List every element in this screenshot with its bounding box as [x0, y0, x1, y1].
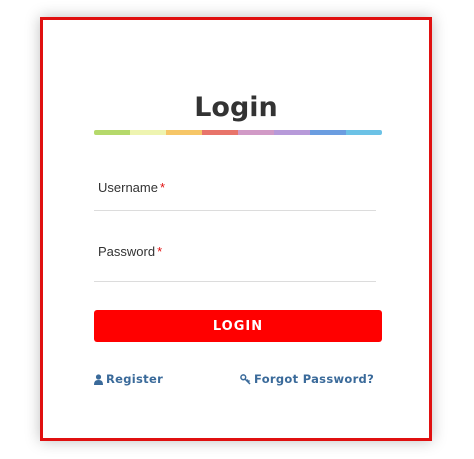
register-link[interactable]: Register [94, 372, 163, 386]
stripe-segment [94, 130, 130, 135]
password-input[interactable] [94, 235, 376, 281]
stripe-segment [346, 130, 382, 135]
login-card: Login Username * Password * LOGIN Register… [40, 17, 432, 441]
username-input[interactable] [94, 172, 376, 210]
forgot-password-link[interactable]: Forgot Password? [240, 372, 374, 386]
stripe-segment [310, 130, 346, 135]
password-field[interactable]: Password * [94, 235, 376, 282]
color-stripe [94, 130, 382, 135]
stripe-segment [202, 130, 238, 135]
stripe-segment [274, 130, 310, 135]
page-title: Login [194, 92, 278, 123]
login-button[interactable]: LOGIN [94, 310, 382, 342]
stripe-segment [130, 130, 166, 135]
stripe-segment [238, 130, 274, 135]
user-icon [94, 373, 103, 385]
stripe-segment [166, 130, 202, 135]
register-label: Register [106, 372, 164, 386]
forgot-password-label: Forgot Password? [254, 372, 375, 386]
key-icon [240, 373, 251, 385]
username-field[interactable]: Username * [94, 172, 376, 211]
